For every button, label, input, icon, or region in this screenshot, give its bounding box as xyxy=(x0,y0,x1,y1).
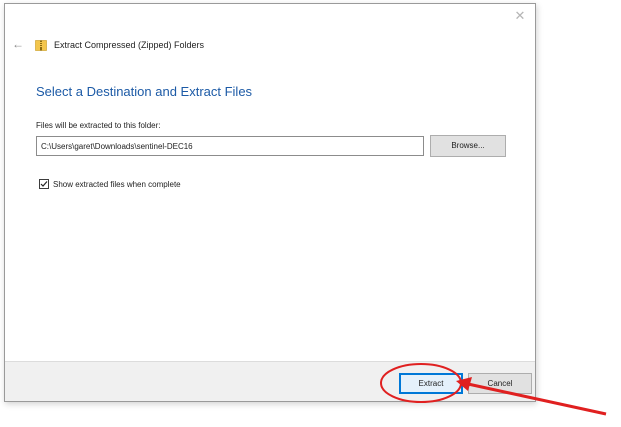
window-title: Extract Compressed (Zipped) Folders xyxy=(54,40,205,50)
browse-button[interactable]: Browse... xyxy=(430,135,506,157)
close-icon[interactable]: ✕ xyxy=(513,9,527,23)
extract-dialog: ✕ ← Extract Compressed (Zipped) Folders … xyxy=(4,3,536,402)
show-files-option[interactable]: Show extracted files when complete xyxy=(39,178,181,190)
back-arrow-icon[interactable]: ← xyxy=(12,37,24,51)
cancel-button[interactable]: Cancel xyxy=(468,373,532,394)
checkmark-icon xyxy=(40,181,48,187)
zip-folder-icon xyxy=(35,40,47,51)
page-heading: Select a Destination and Extract Files xyxy=(36,84,253,99)
destination-path-input[interactable] xyxy=(36,136,424,156)
show-files-label: Show extracted files when complete xyxy=(53,179,181,189)
extract-button[interactable]: Extract xyxy=(399,373,463,394)
destination-label: Files will be extracted to this folder: xyxy=(36,121,161,130)
show-files-checkbox[interactable] xyxy=(39,179,49,189)
dialog-footer: Extract Cancel xyxy=(5,361,535,401)
